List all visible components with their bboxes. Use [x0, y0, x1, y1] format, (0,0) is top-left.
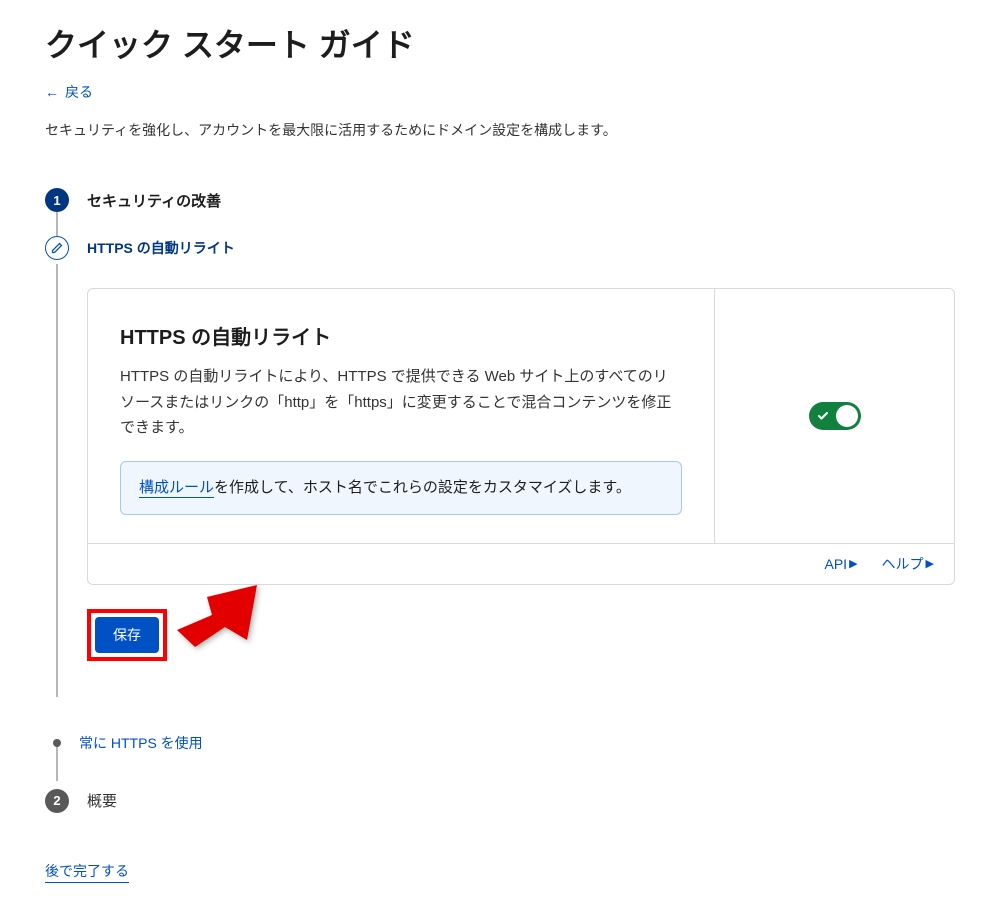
step-1-header: 1 セキュリティの改善	[45, 188, 955, 212]
toggle-knob	[836, 405, 858, 427]
config-rules-link[interactable]: 構成ルール	[139, 479, 214, 498]
substep-always-https[interactable]: 常に HTTPS を使用	[45, 733, 955, 753]
step-1-title: セキュリティの改善	[87, 190, 221, 211]
step-2-title: 概要	[87, 790, 117, 811]
api-label: API	[824, 556, 847, 572]
substep-https-rewrite[interactable]: HTTPS の自動リライト	[45, 212, 955, 260]
dot-icon	[53, 739, 61, 747]
back-label: 戻る	[65, 82, 93, 102]
info-box: 構成ルールを作成して、ホスト名でこれらの設定をカスタマイズします。	[120, 461, 682, 515]
https-rewrite-card: HTTPS の自動リライト HTTPS の自動リライトにより、HTTPS で提供…	[87, 288, 955, 585]
step-2-badge: 2	[45, 789, 69, 813]
card-description: HTTPS の自動リライトにより、HTTPS で提供できる Web サイト上のす…	[120, 364, 682, 441]
caret-right-icon: ▶	[926, 557, 934, 570]
api-link[interactable]: API ▶	[824, 554, 857, 574]
caret-right-icon: ▶	[849, 557, 857, 570]
always-https-link[interactable]: 常に HTTPS を使用	[79, 733, 203, 753]
arrow-left-icon: ←	[45, 84, 59, 100]
step-1-badge: 1	[45, 188, 69, 212]
pencil-icon	[45, 236, 69, 260]
help-link[interactable]: ヘルプ ▶	[882, 554, 934, 574]
back-link[interactable]: ← 戻る	[45, 82, 93, 102]
info-text: を作成して、ホスト名でこれらの設定をカスタマイズします。	[214, 479, 631, 496]
page-title: クイック スタート ガイド	[45, 20, 955, 66]
https-rewrite-toggle[interactable]	[809, 402, 861, 430]
save-highlight-box: 保存	[87, 609, 167, 661]
check-icon	[817, 410, 829, 422]
step-2-header: 2 概要	[45, 789, 955, 813]
red-arrow-annotation	[177, 585, 257, 660]
page-subtitle: セキュリティを強化し、アカウントを最大限に活用するためにドメイン設定を構成します…	[45, 120, 955, 140]
card-title: HTTPS の自動リライト	[120, 321, 682, 350]
save-button[interactable]: 保存	[95, 617, 159, 653]
finish-later-link[interactable]: 後で完了する	[45, 861, 129, 883]
help-label: ヘルプ	[882, 554, 924, 574]
substep-label: HTTPS の自動リライト	[87, 238, 235, 258]
